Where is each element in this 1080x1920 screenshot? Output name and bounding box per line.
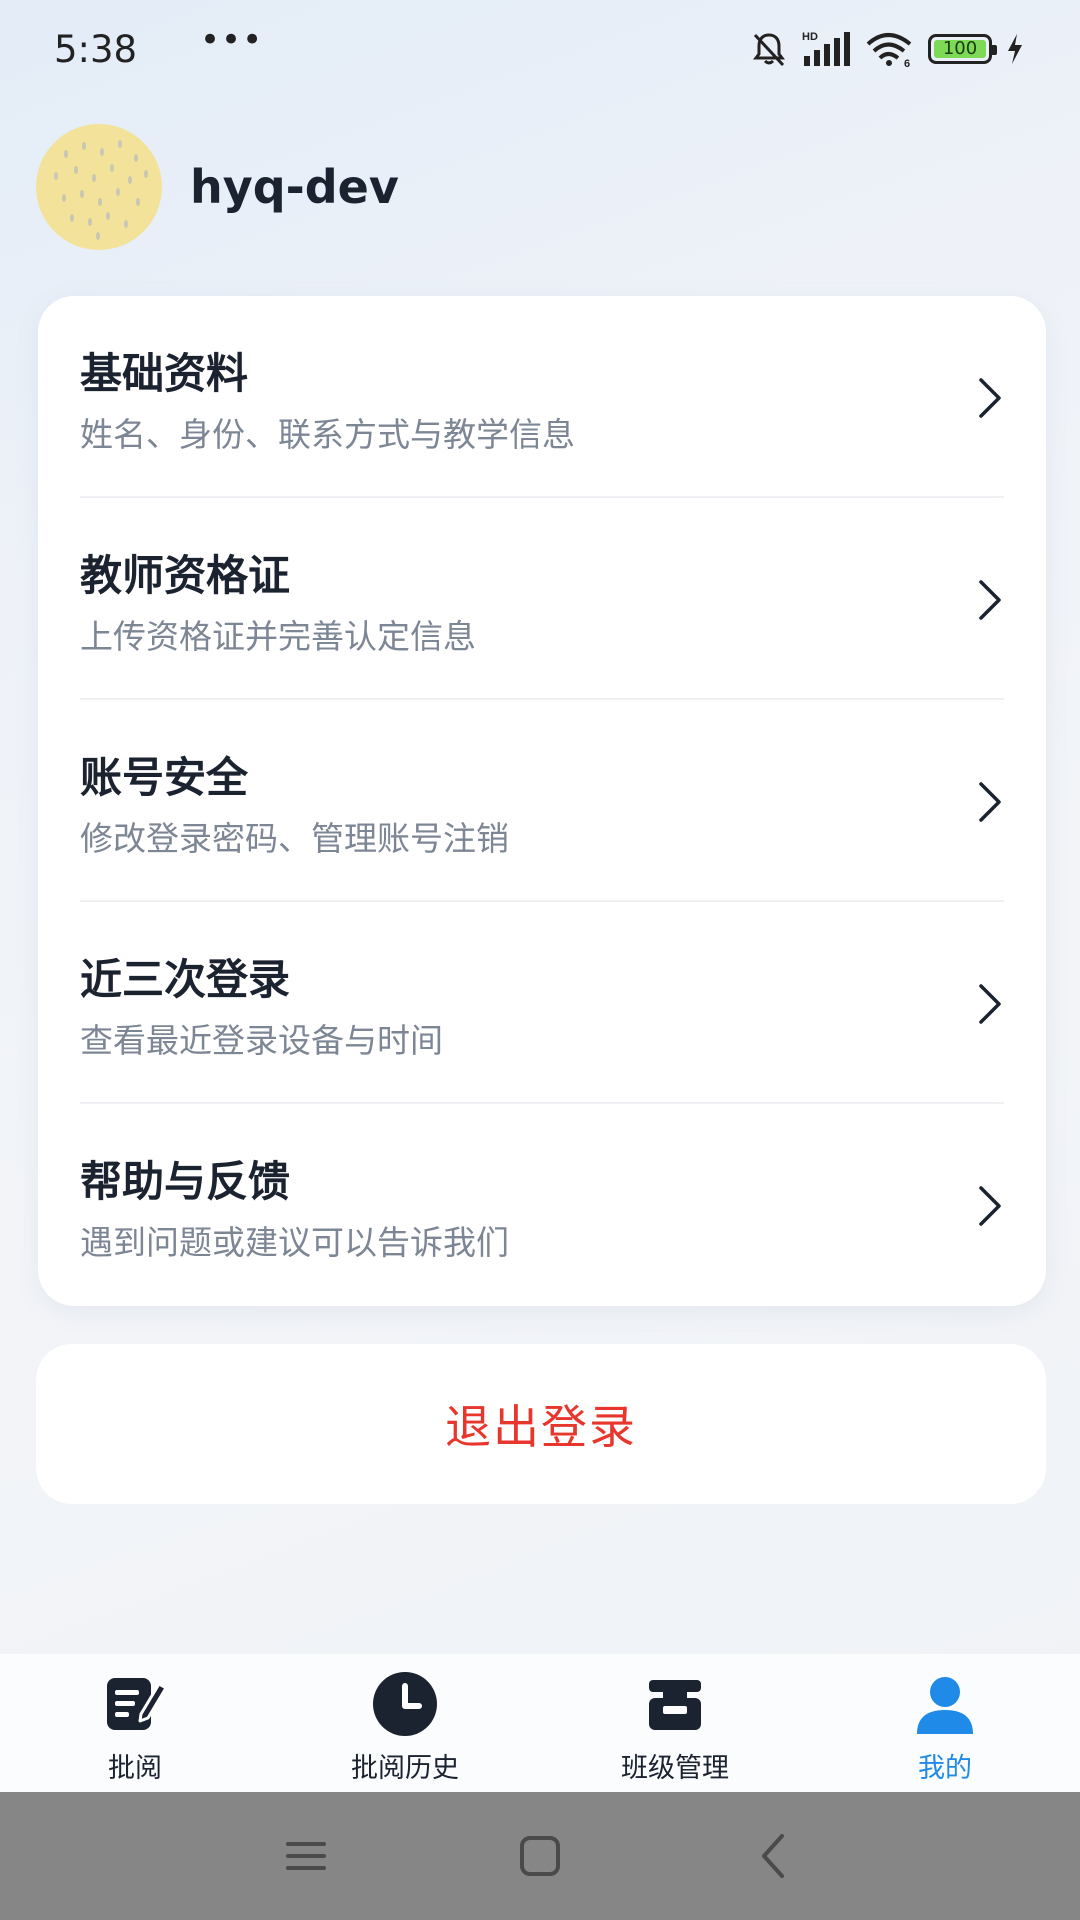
menu-item-title: 基础资料: [80, 349, 249, 398]
system-nav-bar: [0, 1792, 1080, 1920]
chevron-right-icon: [979, 782, 1001, 822]
home-icon[interactable]: [510, 1826, 570, 1886]
battery-icon: 100: [928, 34, 997, 64]
menu-item-subtitle: 上传资格证并完善认定信息: [80, 617, 476, 656]
menu-item-subtitle: 姓名、身份、联系方式与教学信息: [80, 415, 575, 454]
tab-label: 班级管理: [621, 1753, 729, 1784]
bell-muted-icon: [753, 33, 785, 67]
menu-item-account-security[interactable]: 账号安全 修改登录密码、管理账号注销: [38, 700, 1046, 902]
class-box-icon: [649, 1680, 701, 1730]
logout-button[interactable]: 退出登录: [36, 1344, 1046, 1504]
menu-item-subtitle: 遇到问题或建议可以告诉我们: [80, 1223, 509, 1262]
status-icons: HD 6 100: [750, 30, 1024, 68]
network-type: HD: [802, 31, 818, 43]
username: hyq-dev: [190, 160, 399, 214]
logout-label: 退出登录: [445, 1400, 637, 1454]
wifi-band: 6: [904, 58, 910, 68]
menu-item-recent-logins[interactable]: 近三次登录 查看最近登录设备与时间: [38, 902, 1046, 1104]
menu-item-title: 近三次登录: [80, 955, 291, 1004]
chevron-right-icon: [979, 378, 1001, 418]
chevron-right-icon: [979, 984, 1001, 1024]
profile-header: hyq-dev: [36, 124, 399, 250]
menu-icon[interactable]: [276, 1826, 336, 1886]
edit-document-icon: [107, 1678, 168, 1730]
charging-icon: [1008, 34, 1022, 64]
user-icon: [917, 1677, 973, 1734]
tab-label: 批阅历史: [351, 1753, 459, 1784]
menu-item-teacher-certificate[interactable]: 教师资格证 上传资格证并完善认定信息: [38, 498, 1046, 700]
tab-review[interactable]: 批阅: [0, 1654, 270, 1792]
avatar-pattern: [54, 140, 148, 240]
status-more-icon: •••: [200, 20, 264, 60]
bottom-tab-bar: 批阅 批阅历史 班级管理 我的: [0, 1654, 1080, 1792]
battery-level: 100: [942, 38, 978, 59]
back-icon[interactable]: [744, 1826, 804, 1886]
menu-item-title: 教师资格证: [80, 551, 291, 600]
chevron-right-icon: [979, 1186, 1001, 1226]
signal-icon: HD: [802, 31, 850, 66]
menu-item-subtitle: 查看最近登录设备与时间: [80, 1021, 443, 1060]
avatar[interactable]: [36, 124, 162, 250]
tab-label: 批阅: [108, 1753, 162, 1784]
tab-class-management[interactable]: 班级管理: [540, 1654, 810, 1792]
status-bar: 5:38 ••• HD 6 100: [0, 0, 1080, 104]
tab-mine[interactable]: 我的: [810, 1654, 1080, 1792]
status-time: 5:38: [54, 28, 138, 71]
wifi-icon: 6: [866, 33, 912, 68]
chevron-right-icon: [979, 580, 1001, 620]
clock-icon: [373, 1672, 437, 1736]
tab-label: 我的: [918, 1753, 972, 1784]
menu-item-title: 账号安全: [80, 753, 249, 802]
menu-item-help-feedback[interactable]: 帮助与反馈 遇到问题或建议可以告诉我们: [38, 1104, 1046, 1306]
menu-item-subtitle: 修改登录密码、管理账号注销: [80, 819, 509, 858]
menu-item-title: 帮助与反馈: [80, 1157, 291, 1206]
tab-review-history[interactable]: 批阅历史: [270, 1654, 540, 1792]
menu-item-basic-info[interactable]: 基础资料 姓名、身份、联系方式与教学信息: [38, 296, 1046, 498]
settings-menu: 基础资料 姓名、身份、联系方式与教学信息 教师资格证 上传资格证并完善认定信息 …: [38, 296, 1046, 1306]
